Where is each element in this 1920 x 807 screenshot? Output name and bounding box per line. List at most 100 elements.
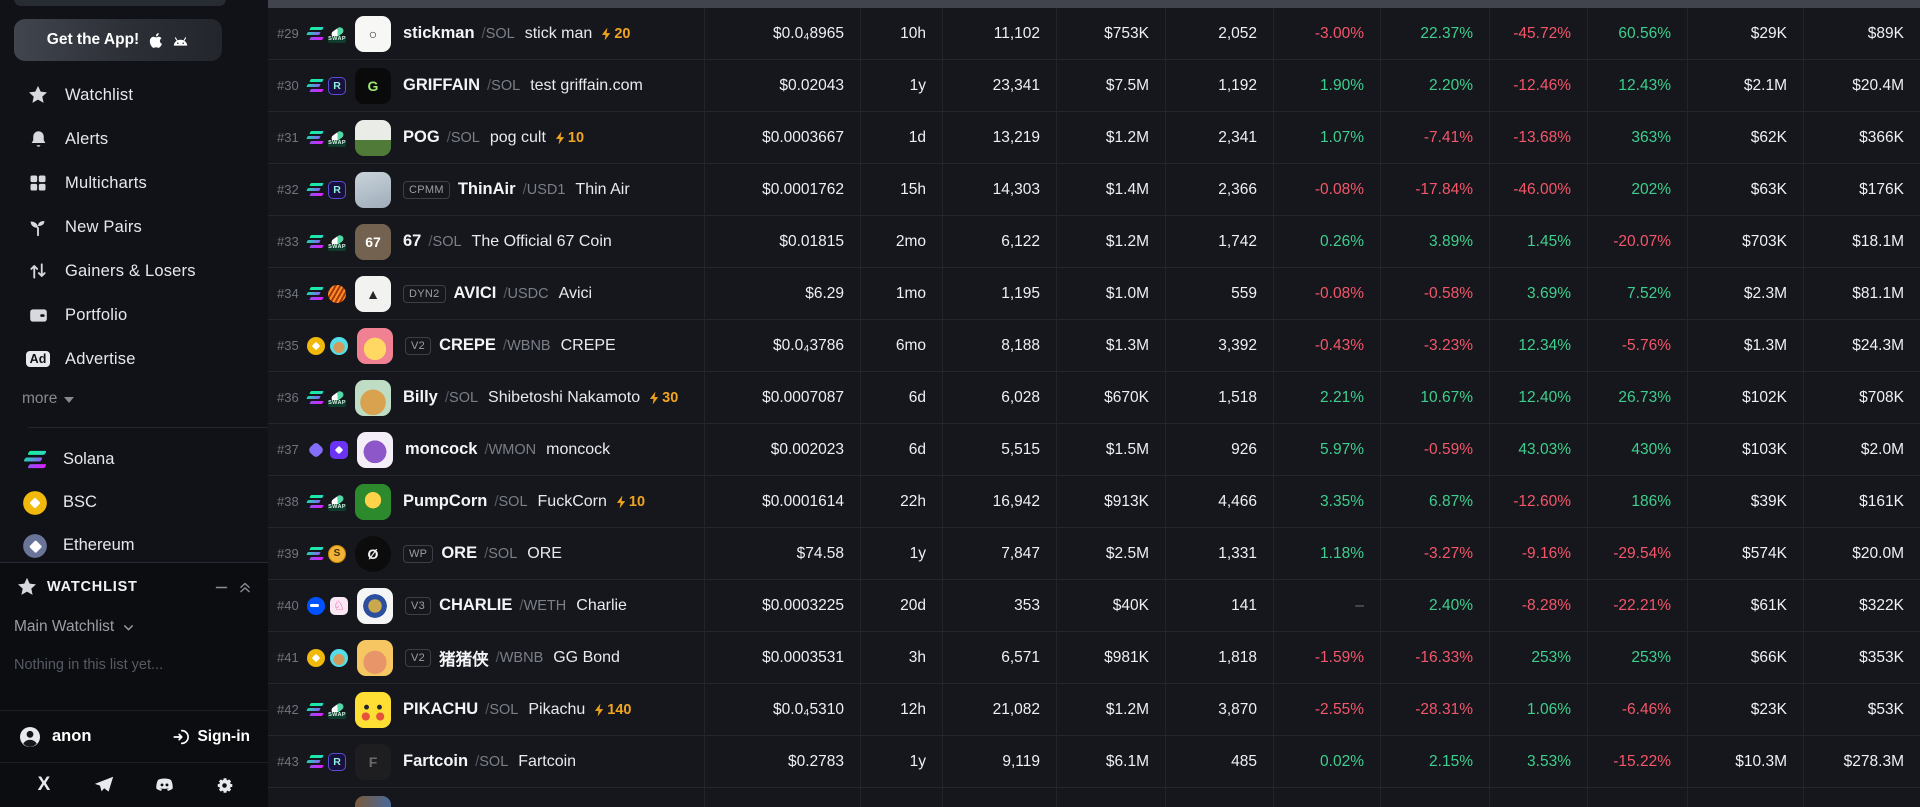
sidebar-item-advertise[interactable]: Ad Advertise	[0, 337, 268, 381]
cell-6h-change: -13.68%	[1489, 112, 1587, 163]
table-header-strip	[268, 0, 1920, 8]
solana-icon	[306, 235, 324, 248]
table-row[interactable]: #38 SWAP PumpCorn / SOL FuckCorn 10 $0.0…	[268, 476, 1920, 528]
cell-5m-change: 3.35%	[1273, 476, 1380, 527]
cell-5m-change: -0.08%	[1273, 268, 1380, 319]
sidebar-item-label: Watchlist	[65, 85, 134, 104]
sidebar-more[interactable]: more	[0, 381, 268, 417]
table-row[interactable]: #36 SWAP Billy / SOL Shibetoshi Nakamoto…	[268, 372, 1920, 424]
table-row[interactable]: #43 R F Fartcoin / SOL Fartcoin $0.2783 …	[268, 736, 1920, 788]
sidebar-item-new-pairs[interactable]: New Pairs	[0, 205, 268, 249]
token-name: Fartcoin	[518, 752, 577, 770]
cell-5m-change: -3.00%	[1273, 8, 1380, 59]
cell-price: $0.02043	[704, 60, 860, 111]
solana-icon	[306, 391, 324, 404]
cell-liquidity: $61K	[1687, 580, 1803, 631]
rank-label: #31	[277, 130, 299, 145]
telegram-icon[interactable]	[87, 768, 121, 802]
cell-liquidity	[1687, 788, 1803, 807]
cell-token: #33 SWAP 67 67 / SOL The Official 67 Coi…	[268, 216, 704, 267]
updown-icon	[26, 261, 50, 281]
gear-icon[interactable]	[207, 768, 241, 802]
monad-icon	[307, 441, 325, 459]
cell-makers: 1,331	[1165, 528, 1273, 579]
cell-txns	[942, 788, 1056, 807]
token-symbol: POG	[403, 128, 440, 146]
table-row[interactable]: #40 ♘ V3 CHARLIE / WETH Charlie $0.00032…	[268, 580, 1920, 632]
collapse-icon[interactable]	[238, 580, 252, 594]
sidebar-item-gainers-losers[interactable]: Gainers & Losers	[0, 249, 268, 293]
boost-badge: 20	[601, 26, 630, 42]
table-row[interactable]: #42 SWAP PIKACHU / SOL Pikachu 140 $0.0₄…	[268, 684, 1920, 736]
table-row[interactable]: #31 SWAP POG / SOL pog cult 10 $0.000366…	[268, 112, 1920, 164]
cell-price: $74.58	[704, 528, 860, 579]
cell-1h-change: -28.31%	[1380, 684, 1489, 735]
table-row[interactable]: #37 moncock / WMON moncock $0.002023 6d …	[268, 424, 1920, 476]
cell-price: $0.0003225	[704, 580, 860, 631]
sidebar-item-portfolio[interactable]: Portfolio	[0, 293, 268, 337]
cell-5m-change: -1.59%	[1273, 632, 1380, 683]
solana-icon	[306, 183, 324, 196]
chain-item-ethereum[interactable]: Ethereum	[0, 524, 268, 567]
solar-icon: S	[328, 544, 346, 563]
discord-icon[interactable]	[147, 768, 181, 802]
cell-volume: $981K	[1056, 632, 1165, 683]
cell-volume	[1056, 788, 1165, 807]
table-row[interactable]: #33 SWAP 67 67 / SOL The Official 67 Coi…	[268, 216, 1920, 268]
cell-price: $6.29	[704, 268, 860, 319]
table-row[interactable]: SWAP	[268, 788, 1920, 807]
cell-txns: 6,122	[942, 216, 1056, 267]
cell-liquidity: $2.3M	[1687, 268, 1803, 319]
chevron-down-icon	[122, 621, 135, 634]
token-symbol: Fartcoin	[403, 752, 469, 770]
sidebar-item-alerts[interactable]: Alerts	[0, 117, 268, 161]
cell-mcap: $89K	[1803, 8, 1920, 59]
get-app-button[interactable]: Get the App!	[14, 19, 222, 61]
cell-1h-change	[1380, 788, 1489, 807]
cell-token: #37 moncock / WMON moncock	[268, 424, 704, 475]
table-row[interactable]: #35 V2 CREPE / WBNB CREPE $0.0₄3786 6mo …	[268, 320, 1920, 372]
cell-liquidity: $103K	[1687, 424, 1803, 475]
caret-down-icon	[64, 397, 75, 403]
cell-age: 20d	[860, 580, 942, 631]
table-row[interactable]: #41 V2 猪猪侠 / WBNB GG Bond $0.0003531 3h …	[268, 632, 1920, 684]
monaddex-icon	[330, 440, 348, 459]
chain-item-solana[interactable]: Solana	[0, 438, 268, 481]
sidebar-item-label: Multicharts	[65, 173, 147, 192]
cell-price: $0.0001762	[704, 164, 860, 215]
cell-price: $0.0₄8965	[704, 8, 860, 59]
cell-mcap: $18.1M	[1803, 216, 1920, 267]
cell-6h-change: 43.03%	[1489, 424, 1587, 475]
chain-item-bsc[interactable]: BSC	[0, 481, 268, 524]
table-row[interactable]: #34 ▲ DYN2 AVICI / USDC Avici $6.29 1mo …	[268, 268, 1920, 320]
table-row[interactable]: #39 S Ø WP ORE / SOL ORE $74.58 1y 7,847…	[268, 528, 1920, 580]
boost-badge: 30	[649, 390, 678, 406]
table-row[interactable]: #32 R CPMM ThinAir / USD1 Thin Air $0.00…	[268, 164, 1920, 216]
rank-label: #42	[277, 702, 299, 717]
sidebar: Get the App! Watchlist Alerts Multichart…	[0, 0, 268, 807]
cell-6h-change: 253%	[1489, 632, 1587, 683]
cell-6h-change: -8.28%	[1489, 580, 1587, 631]
token-symbol: ORE	[441, 544, 478, 562]
cell-age: 2mo	[860, 216, 942, 267]
sidebar-item-multicharts[interactable]: Multicharts	[0, 161, 268, 205]
watchlist-selector-label: Main Watchlist	[14, 618, 115, 635]
cell-txns: 16,942	[942, 476, 1056, 527]
table-row[interactable]: #30 R G GRIFFAIN / SOL test griffain.com…	[268, 60, 1920, 112]
quote-symbol: USDC	[507, 285, 549, 302]
quote-symbol: SOL	[432, 233, 462, 250]
token-avatar: Ø	[355, 535, 391, 572]
watchlist-selector[interactable]: Main Watchlist	[14, 618, 268, 636]
table-row[interactable]: #29 SWAP ○ stickman / SOL stick man 20 $…	[268, 8, 1920, 60]
sidebar-item-watchlist[interactable]: Watchlist	[0, 73, 268, 117]
cell-1h-change: -16.33%	[1380, 632, 1489, 683]
x-icon[interactable]: X	[27, 768, 61, 802]
quote-symbol: WMON	[488, 441, 537, 458]
cell-6h-change: -9.16%	[1489, 528, 1587, 579]
cell-token: #39 S Ø WP ORE / SOL ORE	[268, 528, 704, 579]
sign-in-button[interactable]: Sign-in	[172, 728, 250, 746]
cell-makers: 2,366	[1165, 164, 1273, 215]
cell-1h-change: -0.58%	[1380, 268, 1489, 319]
minimize-icon[interactable]	[214, 580, 229, 595]
token-avatar: G	[355, 67, 391, 104]
